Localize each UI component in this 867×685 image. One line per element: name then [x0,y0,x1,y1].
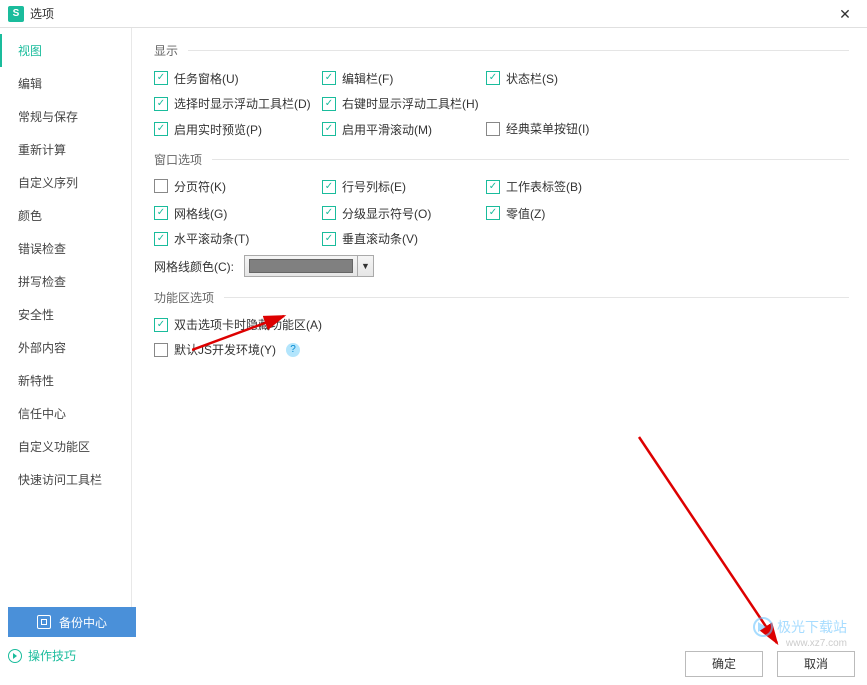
sidebar-item-13[interactable]: 快速访问工具栏 [0,463,131,496]
ribbon-opt-0[interactable]: 双击选项卡时隐藏功能区(A) [154,316,322,333]
checkbox-label: 状态栏(S) [506,70,558,87]
window-opt-1-0[interactable]: 网格线(G) [154,205,227,222]
grid-color-label: 网格线颜色(C): [154,258,234,275]
checkbox-label: 行号列标(E) [342,178,406,195]
window-opt-0-1[interactable]: 行号列标(E) [322,178,406,195]
sidebar-item-4[interactable]: 自定义序列 [0,166,131,199]
checkbox-box [154,206,168,220]
backup-label: 备份中心 [59,614,107,631]
close-icon[interactable]: ✕ [831,0,859,28]
section-display: 显示 任务窗格(U) 编辑栏(F) 状态栏(S) 选择时显示浮动工具栏(D) 右键时显示… [154,42,849,139]
sidebar-item-5[interactable]: 颜色 [0,199,131,232]
backup-center-button[interactable]: 备份中心 [8,607,136,637]
checkbox-label: 水平滚动条(T) [174,230,249,247]
section-title-window: 窗口选项 [154,151,849,168]
checkbox-box [154,71,168,85]
sidebar-item-7[interactable]: 拼写检查 [0,265,131,298]
backup-icon [37,615,51,629]
checkbox-box [154,232,168,246]
sidebar: 视图编辑常规与保存重新计算自定义序列颜色错误检查拼写检查安全性外部内容新特性信任… [0,28,132,633]
sidebar-item-11[interactable]: 信任中心 [0,397,131,430]
checkbox-label: 工作表标签(B) [506,178,582,195]
chevron-down-icon: ▼ [357,256,373,276]
sidebar-item-0[interactable]: 视图 [0,34,131,67]
checkbox-label: 编辑栏(F) [342,70,393,87]
section-title-ribbon: 功能区选项 [154,289,849,306]
cancel-button[interactable]: 取消 [777,651,855,677]
checkbox-box [154,179,168,193]
checkbox-box [322,97,336,111]
display-opt-2-1[interactable]: 启用平滑滚动(M) [322,121,432,138]
checkbox-box [486,180,500,194]
display-opt-0-0[interactable]: 任务窗格(U) [154,70,239,87]
window-opt-1-1[interactable]: 分级显示符号(O) [322,205,431,222]
checkbox-box [322,122,336,136]
display-opt-1-1[interactable]: 右键时显示浮动工具栏(H) [322,95,479,112]
display-opt-2-0[interactable]: 启用实时预览(P) [154,121,262,138]
sidebar-item-8[interactable]: 安全性 [0,298,131,331]
window-opt-0-0[interactable]: 分页符(K) [154,178,226,195]
display-opt-0-2[interactable]: 状态栏(S) [486,70,558,87]
checkbox-label: 双击选项卡时隐藏功能区(A) [174,316,322,333]
checkbox-label: 任务窗格(U) [174,70,239,87]
app-icon: S [8,6,24,22]
play-icon [8,649,22,663]
checkbox-box [322,206,336,220]
checkbox-box [486,206,500,220]
window-opt-0-2[interactable]: 工作表标签(B) [486,178,582,195]
checkbox-label: 经典菜单按钮(I) [506,120,589,137]
checkbox-box [322,180,336,194]
display-opt-1-0[interactable]: 选择时显示浮动工具栏(D) [154,95,311,112]
checkbox-box [154,97,168,111]
checkbox-box [154,122,168,136]
sidebar-item-10[interactable]: 新特性 [0,364,131,397]
bottom-bar: 备份中心 操作技巧 确定 取消 [8,607,859,677]
checkbox-label: 零值(Z) [506,205,545,222]
checkbox-box [486,71,500,85]
sidebar-item-1[interactable]: 编辑 [0,67,131,100]
sidebar-item-2[interactable]: 常规与保存 [0,100,131,133]
checkbox-label: 选择时显示浮动工具栏(D) [174,95,311,112]
section-title-display: 显示 [154,42,849,59]
display-opt-2-2[interactable]: 经典菜单按钮(I) [486,120,589,137]
window-opt-2-1[interactable]: 垂直滚动条(V) [322,230,418,247]
checkbox-label: 分级显示符号(O) [342,205,431,222]
sidebar-item-3[interactable]: 重新计算 [0,133,131,166]
main-panel: 显示 任务窗格(U) 编辑栏(F) 状态栏(S) 选择时显示浮动工具栏(D) 右键时显示… [132,28,867,633]
sidebar-item-6[interactable]: 错误检查 [0,232,131,265]
checkbox-label: 分页符(K) [174,178,226,195]
grid-color-picker[interactable]: ▼ [244,255,374,277]
checkbox-box [154,343,168,357]
sidebar-item-12[interactable]: 自定义功能区 [0,430,131,463]
window-opt-2-0[interactable]: 水平滚动条(T) [154,230,249,247]
checkbox-label: 网格线(G) [174,205,227,222]
checkbox-label: 默认JS开发环境(Y) [174,341,276,358]
grid-color-swatch [249,259,353,273]
section-window: 窗口选项 分页符(K) 行号列标(E) 工作表标签(B) 网格线(G) 分级显示符号(O… [154,151,849,278]
checkbox-box [486,122,500,136]
checkbox-label: 启用实时预览(P) [174,121,262,138]
sidebar-item-9[interactable]: 外部内容 [0,331,131,364]
dialog-title: 选项 [30,0,54,28]
checkbox-box [322,71,336,85]
section-ribbon: 功能区选项 双击选项卡时隐藏功能区(A) 默认JS开发环境(Y)? [154,289,849,358]
tips-label: 操作技巧 [28,647,76,664]
ribbon-opt-1[interactable]: 默认JS开发环境(Y)? [154,341,300,358]
titlebar: S 选项 ✕ [0,0,867,28]
display-opt-0-1[interactable]: 编辑栏(F) [322,70,393,87]
checkbox-label: 垂直滚动条(V) [342,230,418,247]
checkbox-box [154,318,168,332]
help-icon[interactable]: ? [286,343,300,357]
checkbox-label: 右键时显示浮动工具栏(H) [342,95,479,112]
window-opt-1-2[interactable]: 零值(Z) [486,205,545,222]
ok-button[interactable]: 确定 [685,651,763,677]
checkbox-box [322,232,336,246]
checkbox-label: 启用平滑滚动(M) [342,121,432,138]
